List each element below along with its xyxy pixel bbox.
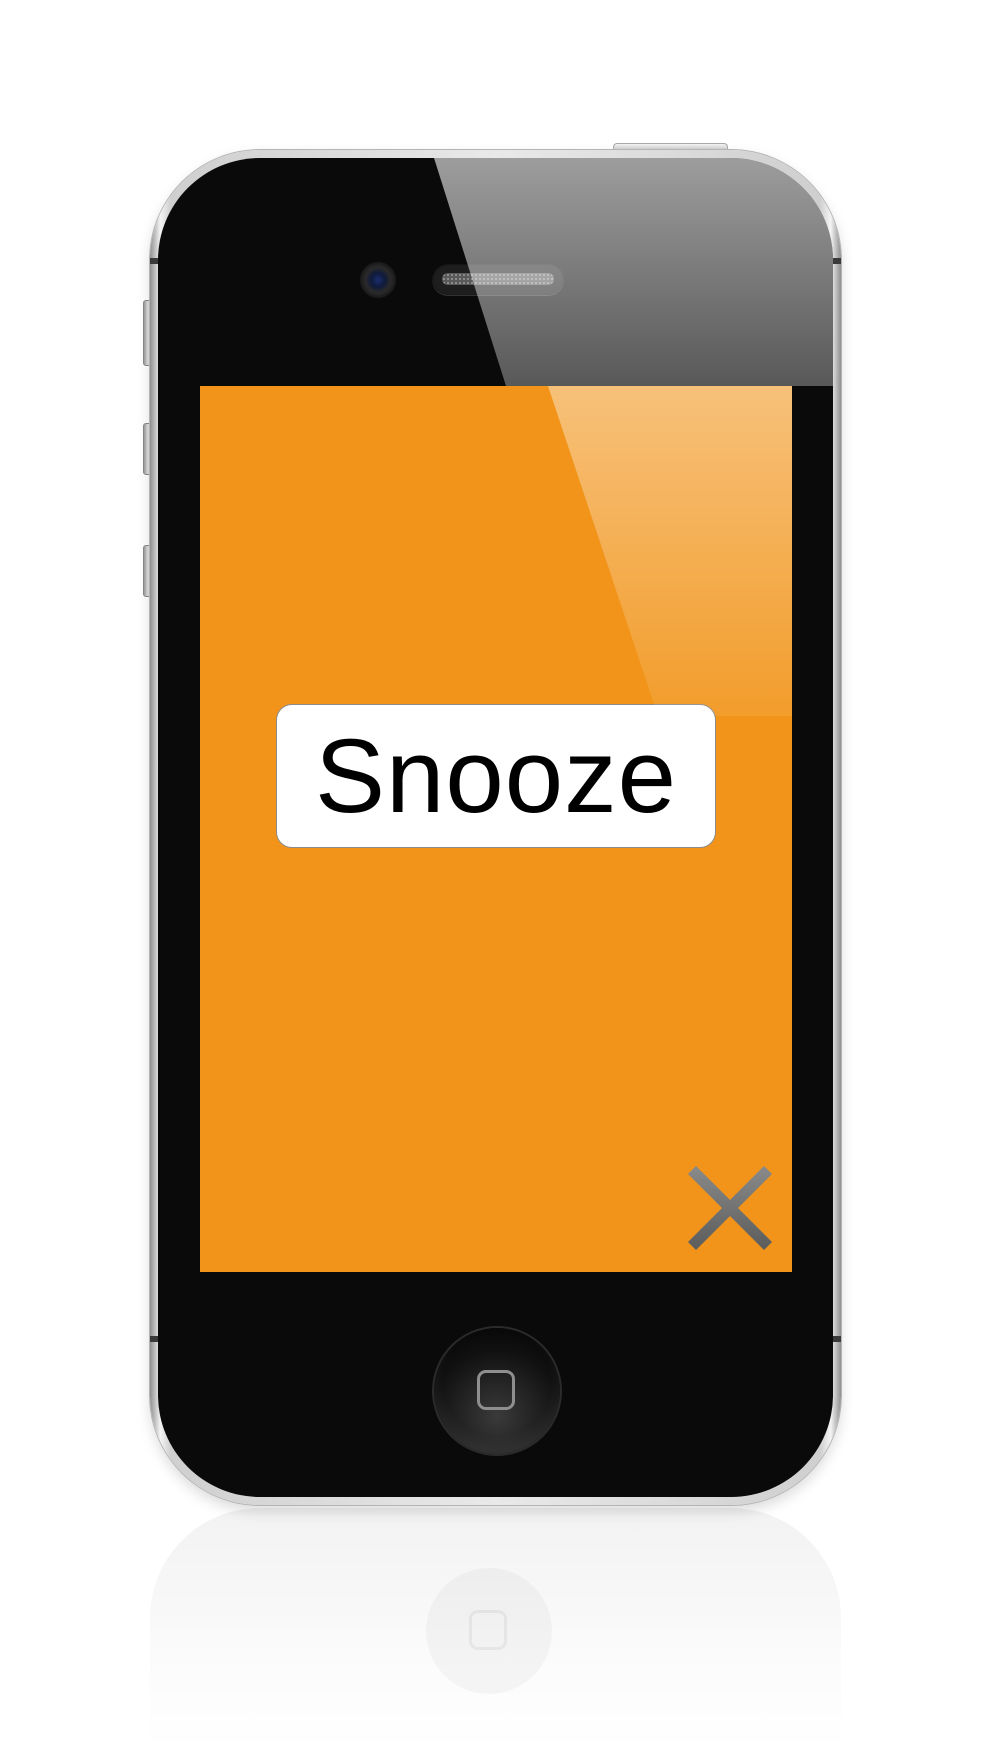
snooze-button[interactable]: Snooze — [276, 704, 716, 848]
device-reflection — [150, 1508, 841, 1755]
antenna-band-left-bottom — [150, 1336, 158, 1342]
reflection-home-icon — [469, 1610, 507, 1650]
speaker-grille — [442, 273, 554, 285]
snooze-button-label: Snooze — [314, 717, 678, 835]
phone-device: Snooze — [150, 150, 841, 1505]
front-camera — [362, 264, 394, 296]
antenna-band-right-top — [833, 258, 841, 264]
app-screen: Snooze — [200, 386, 792, 1272]
antenna-band-right-bottom — [833, 1336, 841, 1342]
earpiece-speaker — [432, 263, 564, 295]
home-button[interactable] — [434, 1328, 560, 1454]
reflection-home-button — [426, 1568, 552, 1694]
phone-front-panel: Snooze — [158, 158, 833, 1497]
close-icon — [688, 1166, 772, 1250]
close-button[interactable] — [680, 1158, 780, 1258]
home-square-icon — [477, 1370, 515, 1410]
antenna-band-left-top — [150, 258, 158, 264]
